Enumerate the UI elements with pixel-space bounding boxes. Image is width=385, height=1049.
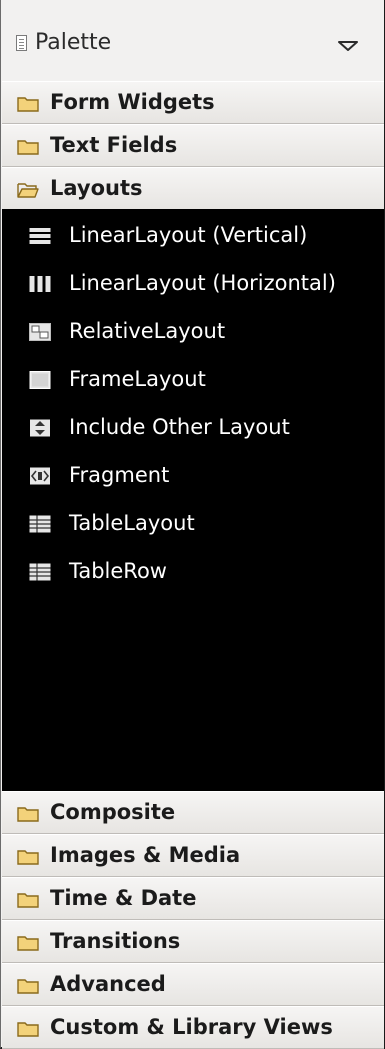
category-transitions[interactable]: Transitions [2,920,384,963]
folder-open-icon [17,182,39,198]
list-item-fragment[interactable]: Fragment [2,453,384,497]
list-item-label: Include Other Layout [69,415,290,439]
linear-layout-horizontal-icon [29,275,51,293]
category-layouts[interactable]: Layouts [2,167,384,210]
folder-closed-icon [17,96,39,112]
category-label: Images & Media [50,843,241,867]
palette-header: Palette [2,0,384,87]
palette-icon [16,35,27,51]
folder-closed-icon [17,1021,39,1037]
list-item-table-layout[interactable]: TableLayout [2,501,384,545]
list-item-include-other-layout[interactable]: Include Other Layout [2,405,384,449]
triangle-down-icon[interactable] [336,38,360,52]
table-layout-icon [29,515,51,533]
include-layout-icon [29,419,51,437]
category-label: Layouts [50,176,143,200]
list-item-label: FrameLayout [69,367,206,391]
category-form-widgets[interactable]: Form Widgets [2,81,384,124]
list-item-label: LinearLayout (Vertical) [69,223,308,247]
fragment-icon [29,467,51,485]
category-custom-library-views[interactable]: Custom & Library Views [2,1006,384,1049]
category-time-date[interactable]: Time & Date [2,877,384,920]
list-item-linear-layout-horizontal[interactable]: LinearLayout (Horizontal) [2,261,384,305]
category-images-media[interactable]: Images & Media [2,834,384,877]
relative-layout-icon [29,323,51,341]
list-item-label: TableLayout [69,511,195,535]
layouts-list: LinearLayout (Vertical) LinearLayout (Ho… [2,209,384,791]
folder-closed-icon [17,892,39,908]
category-text-fields[interactable]: Text Fields [2,124,384,167]
folder-closed-icon [17,978,39,994]
list-item-table-row[interactable]: TableRow [2,549,384,593]
category-label: Custom & Library Views [50,1015,333,1039]
list-item-label: RelativeLayout [69,319,226,343]
folder-closed-icon [17,806,39,822]
category-label: Advanced [50,972,166,996]
frame-layout-icon [29,371,51,389]
list-item-frame-layout[interactable]: FrameLayout [2,357,384,401]
folder-closed-icon [17,139,39,155]
palette-title: Palette [35,30,112,55]
list-item-label: TableRow [69,559,167,583]
category-label: Composite [50,800,176,824]
category-label: Transitions [50,929,181,953]
folder-closed-icon [17,849,39,865]
list-item-linear-layout-vertical[interactable]: LinearLayout (Vertical) [2,213,384,257]
list-item-relative-layout[interactable]: RelativeLayout [2,309,384,353]
category-label: Form Widgets [50,90,215,114]
linear-layout-vertical-icon [29,227,51,245]
category-composite[interactable]: Composite [2,791,384,834]
category-label: Time & Date [50,886,197,910]
category-advanced[interactable]: Advanced [2,963,384,1006]
folder-closed-icon [17,935,39,951]
list-item-label: Fragment [69,463,170,487]
category-label: Text Fields [50,133,178,157]
list-item-label: LinearLayout (Horizontal) [69,271,336,295]
table-row-icon [29,563,51,581]
palette-panel: Palette Form Widgets Text Fields Layouts [0,0,385,1049]
